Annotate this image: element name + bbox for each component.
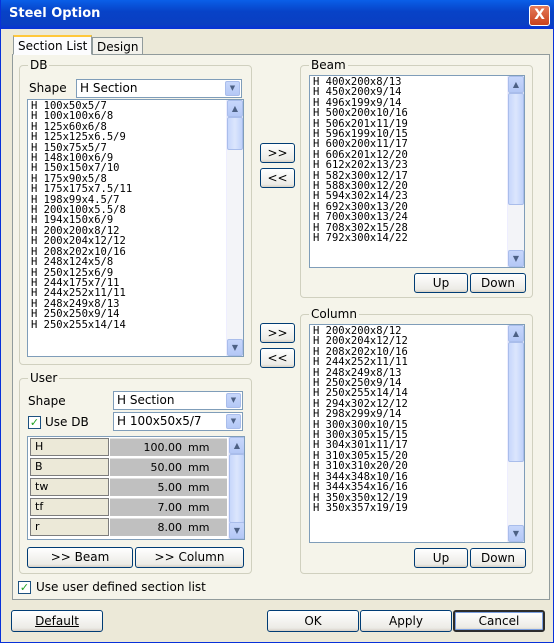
param-value-cell[interactable]: 5.00 mm	[110, 478, 227, 496]
param-value: 7.00	[157, 501, 183, 514]
user-db-combo[interactable]: H 100x50x5/7 ▼	[113, 412, 243, 431]
scroll-up-icon[interactable]: ▲	[227, 100, 243, 117]
param-row[interactable]: H 100.00 mm	[28, 437, 228, 457]
column-items: H 200x200x8/12 H 200x204x12/12 H 208x202x1…	[313, 326, 408, 514]
scroll-thumb[interactable]	[508, 342, 524, 462]
param-unit: mm	[188, 481, 210, 494]
column-up-button[interactable]: Up	[414, 548, 468, 568]
param-row[interactable]: tf 7.00 mm	[28, 497, 228, 517]
beam-list-item[interactable]: H 792x300x14/22	[313, 233, 408, 244]
db-list-item[interactable]: H 248x124x5/8	[31, 257, 132, 268]
use-user-defined-label: Use user defined section list	[36, 580, 206, 594]
grid-scrollbar[interactable]: ▲ ▼	[228, 437, 244, 539]
beam-section-list[interactable]: H 400x200x8/13 H 450x200x9/14 H 496x199x9/…	[309, 75, 525, 268]
param-value: 5.00	[157, 481, 183, 494]
param-value-cell[interactable]: 7.00 mm	[110, 498, 227, 516]
scroll-up-icon[interactable]: ▲	[229, 437, 244, 454]
db-section-list[interactable]: H 100x50x5/7 H 100x100x6/8 H 125x60x6/8 H 1…	[27, 99, 244, 357]
beam-items: H 400x200x8/13 H 450x200x9/14 H 496x199x9/…	[313, 77, 408, 244]
use-user-defined-checkbox[interactable]: ✓	[18, 581, 31, 594]
chevron-down-icon[interactable]: ▼	[226, 393, 241, 408]
beam-legend: Beam	[309, 58, 348, 72]
param-unit: mm	[188, 521, 210, 534]
scroll-down-icon[interactable]: ▼	[227, 339, 243, 356]
column-section-list[interactable]: H 200x200x8/12 H 200x204x12/12 H 208x202x1…	[309, 324, 525, 543]
param-value: 50.00	[150, 461, 183, 474]
user-shape-combo[interactable]: H Section ▼	[113, 391, 243, 410]
param-value-cell[interactable]: 100.00 mm	[110, 438, 227, 456]
window-title: Steel Option	[9, 6, 101, 21]
user-legend: User	[28, 371, 60, 385]
tab-section-list[interactable]: Section List	[13, 35, 93, 55]
beam-up-button[interactable]: Up	[414, 273, 468, 293]
db-shape-label: Shape	[29, 81, 67, 95]
apply-button[interactable]: Apply	[360, 610, 452, 632]
param-name: r	[30, 518, 109, 536]
column-scrollbar[interactable]: ▲ ▼	[507, 325, 524, 542]
add-to-column-button[interactable]: >>	[260, 323, 295, 343]
scroll-thumb[interactable]	[229, 454, 244, 523]
db-list-item[interactable]: H 250x250x9/14	[31, 309, 132, 320]
scroll-down-icon[interactable]: ▼	[508, 250, 524, 267]
param-unit: mm	[188, 501, 210, 514]
db-legend: DB	[28, 58, 50, 72]
param-name: tw	[30, 478, 109, 496]
param-unit: mm	[188, 461, 210, 474]
db-shape-value: H Section	[80, 81, 138, 95]
column-legend: Column	[309, 307, 359, 321]
tab-section-list-label: Section List	[18, 39, 88, 53]
param-row[interactable]: r 8.00 mm	[28, 517, 228, 537]
beam-scrollbar[interactable]: ▲ ▼	[507, 76, 524, 267]
column-list-item[interactable]: H 344x354x16/16	[313, 482, 408, 493]
param-name: H	[30, 438, 109, 456]
add-to-beam-user-button[interactable]: >> Beam	[27, 547, 133, 568]
ok-button[interactable]: OK	[267, 610, 359, 632]
add-to-column-user-button[interactable]: >> Column	[135, 547, 244, 568]
param-value: 8.00	[157, 521, 183, 534]
user-db-value: H 100x50x5/7	[117, 414, 202, 428]
use-db-checkbox[interactable]: ✓	[28, 416, 41, 429]
beam-down-button[interactable]: Down	[470, 273, 526, 293]
db-scrollbar[interactable]: ▲ ▼	[226, 100, 243, 356]
steel-option-dialog: Steel Option X Section List Design DB Sh…	[0, 0, 554, 643]
param-row[interactable]: tw 5.00 mm	[28, 477, 228, 497]
param-grid[interactable]: H 100.00 mm B 50.00 mm tw 5.00 mm tf 7.00 mm r 8.00 mm…	[27, 436, 245, 540]
scroll-up-icon[interactable]: ▲	[508, 325, 524, 342]
db-items: H 100x50x5/7 H 100x100x6/8 H 125x60x6/8 H 1…	[31, 101, 132, 330]
param-value-cell[interactable]: 50.00 mm	[110, 458, 227, 476]
add-to-beam-button[interactable]: >>	[260, 143, 295, 163]
column-down-button[interactable]: Down	[470, 548, 526, 568]
remove-from-beam-button[interactable]: <<	[260, 168, 295, 188]
param-row[interactable]: B 50.00 mm	[28, 457, 228, 477]
cancel-button[interactable]: Cancel	[453, 610, 545, 632]
scroll-thumb[interactable]	[508, 93, 524, 205]
user-shape-value: H Section	[117, 393, 175, 407]
db-shape-combo[interactable]: H Section ▼	[76, 79, 242, 98]
param-name: B	[30, 458, 109, 476]
param-unit: mm	[188, 441, 210, 454]
default-button[interactable]: Default	[11, 610, 103, 632]
scroll-up-icon[interactable]: ▲	[508, 76, 524, 93]
param-value: 100.00	[143, 441, 183, 454]
param-value-cell[interactable]: 8.00 mm	[110, 518, 227, 536]
remove-from-column-button[interactable]: <<	[260, 348, 295, 368]
param-name: tf	[30, 498, 109, 516]
db-list-item[interactable]: H 250x255x14/14	[31, 319, 132, 330]
title-bar[interactable]: Steel Option X	[1, 0, 554, 29]
user-shape-label: Shape	[28, 394, 66, 408]
chevron-down-icon[interactable]: ▼	[226, 414, 241, 429]
scroll-down-icon[interactable]: ▼	[508, 525, 524, 542]
chevron-down-icon[interactable]: ▼	[225, 81, 240, 96]
scroll-down-icon[interactable]: ▼	[229, 522, 244, 539]
close-icon[interactable]: X	[529, 5, 550, 26]
tab-design-label: Design	[97, 40, 139, 54]
use-db-label: Use DB	[45, 415, 89, 429]
column-list-item[interactable]: H 350x357x19/19	[313, 502, 408, 513]
tab-design[interactable]: Design	[92, 37, 144, 54]
scroll-thumb[interactable]	[227, 117, 243, 150]
